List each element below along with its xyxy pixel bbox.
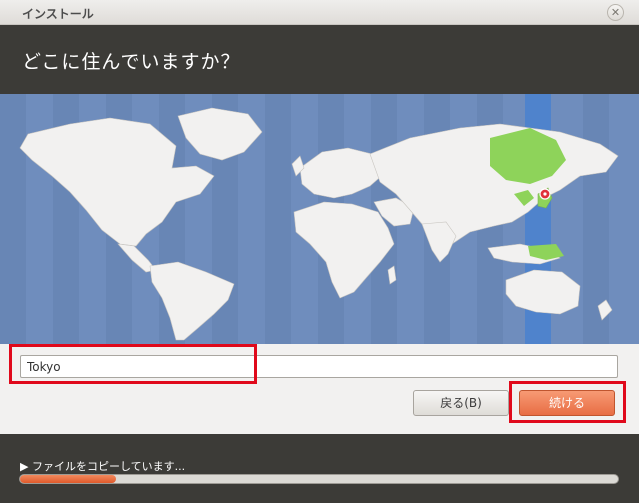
- location-pin-center: [543, 192, 547, 196]
- page-title: どこに住んでいますか？: [22, 51, 241, 73]
- install-progress-bar: [19, 474, 619, 484]
- timezone-map[interactable]: [0, 94, 639, 344]
- page-header: どこに住んでいますか？: [0, 25, 639, 94]
- back-button[interactable]: 戻る(B): [413, 390, 509, 416]
- install-progress-fill: [20, 475, 116, 483]
- install-status-bar: ▶ ファイルをコピーしています...: [0, 434, 639, 503]
- annotation-highlight-continue: [509, 381, 626, 423]
- close-icon[interactable]: ✕: [607, 4, 624, 21]
- window-title: インストール: [22, 7, 94, 21]
- world-map-graphic[interactable]: [0, 94, 639, 344]
- copy-status-text: ▶ ファイルをコピーしています...: [20, 460, 186, 473]
- annotation-highlight-location: [9, 344, 257, 384]
- window-titlebar: インストール ✕: [0, 0, 639, 25]
